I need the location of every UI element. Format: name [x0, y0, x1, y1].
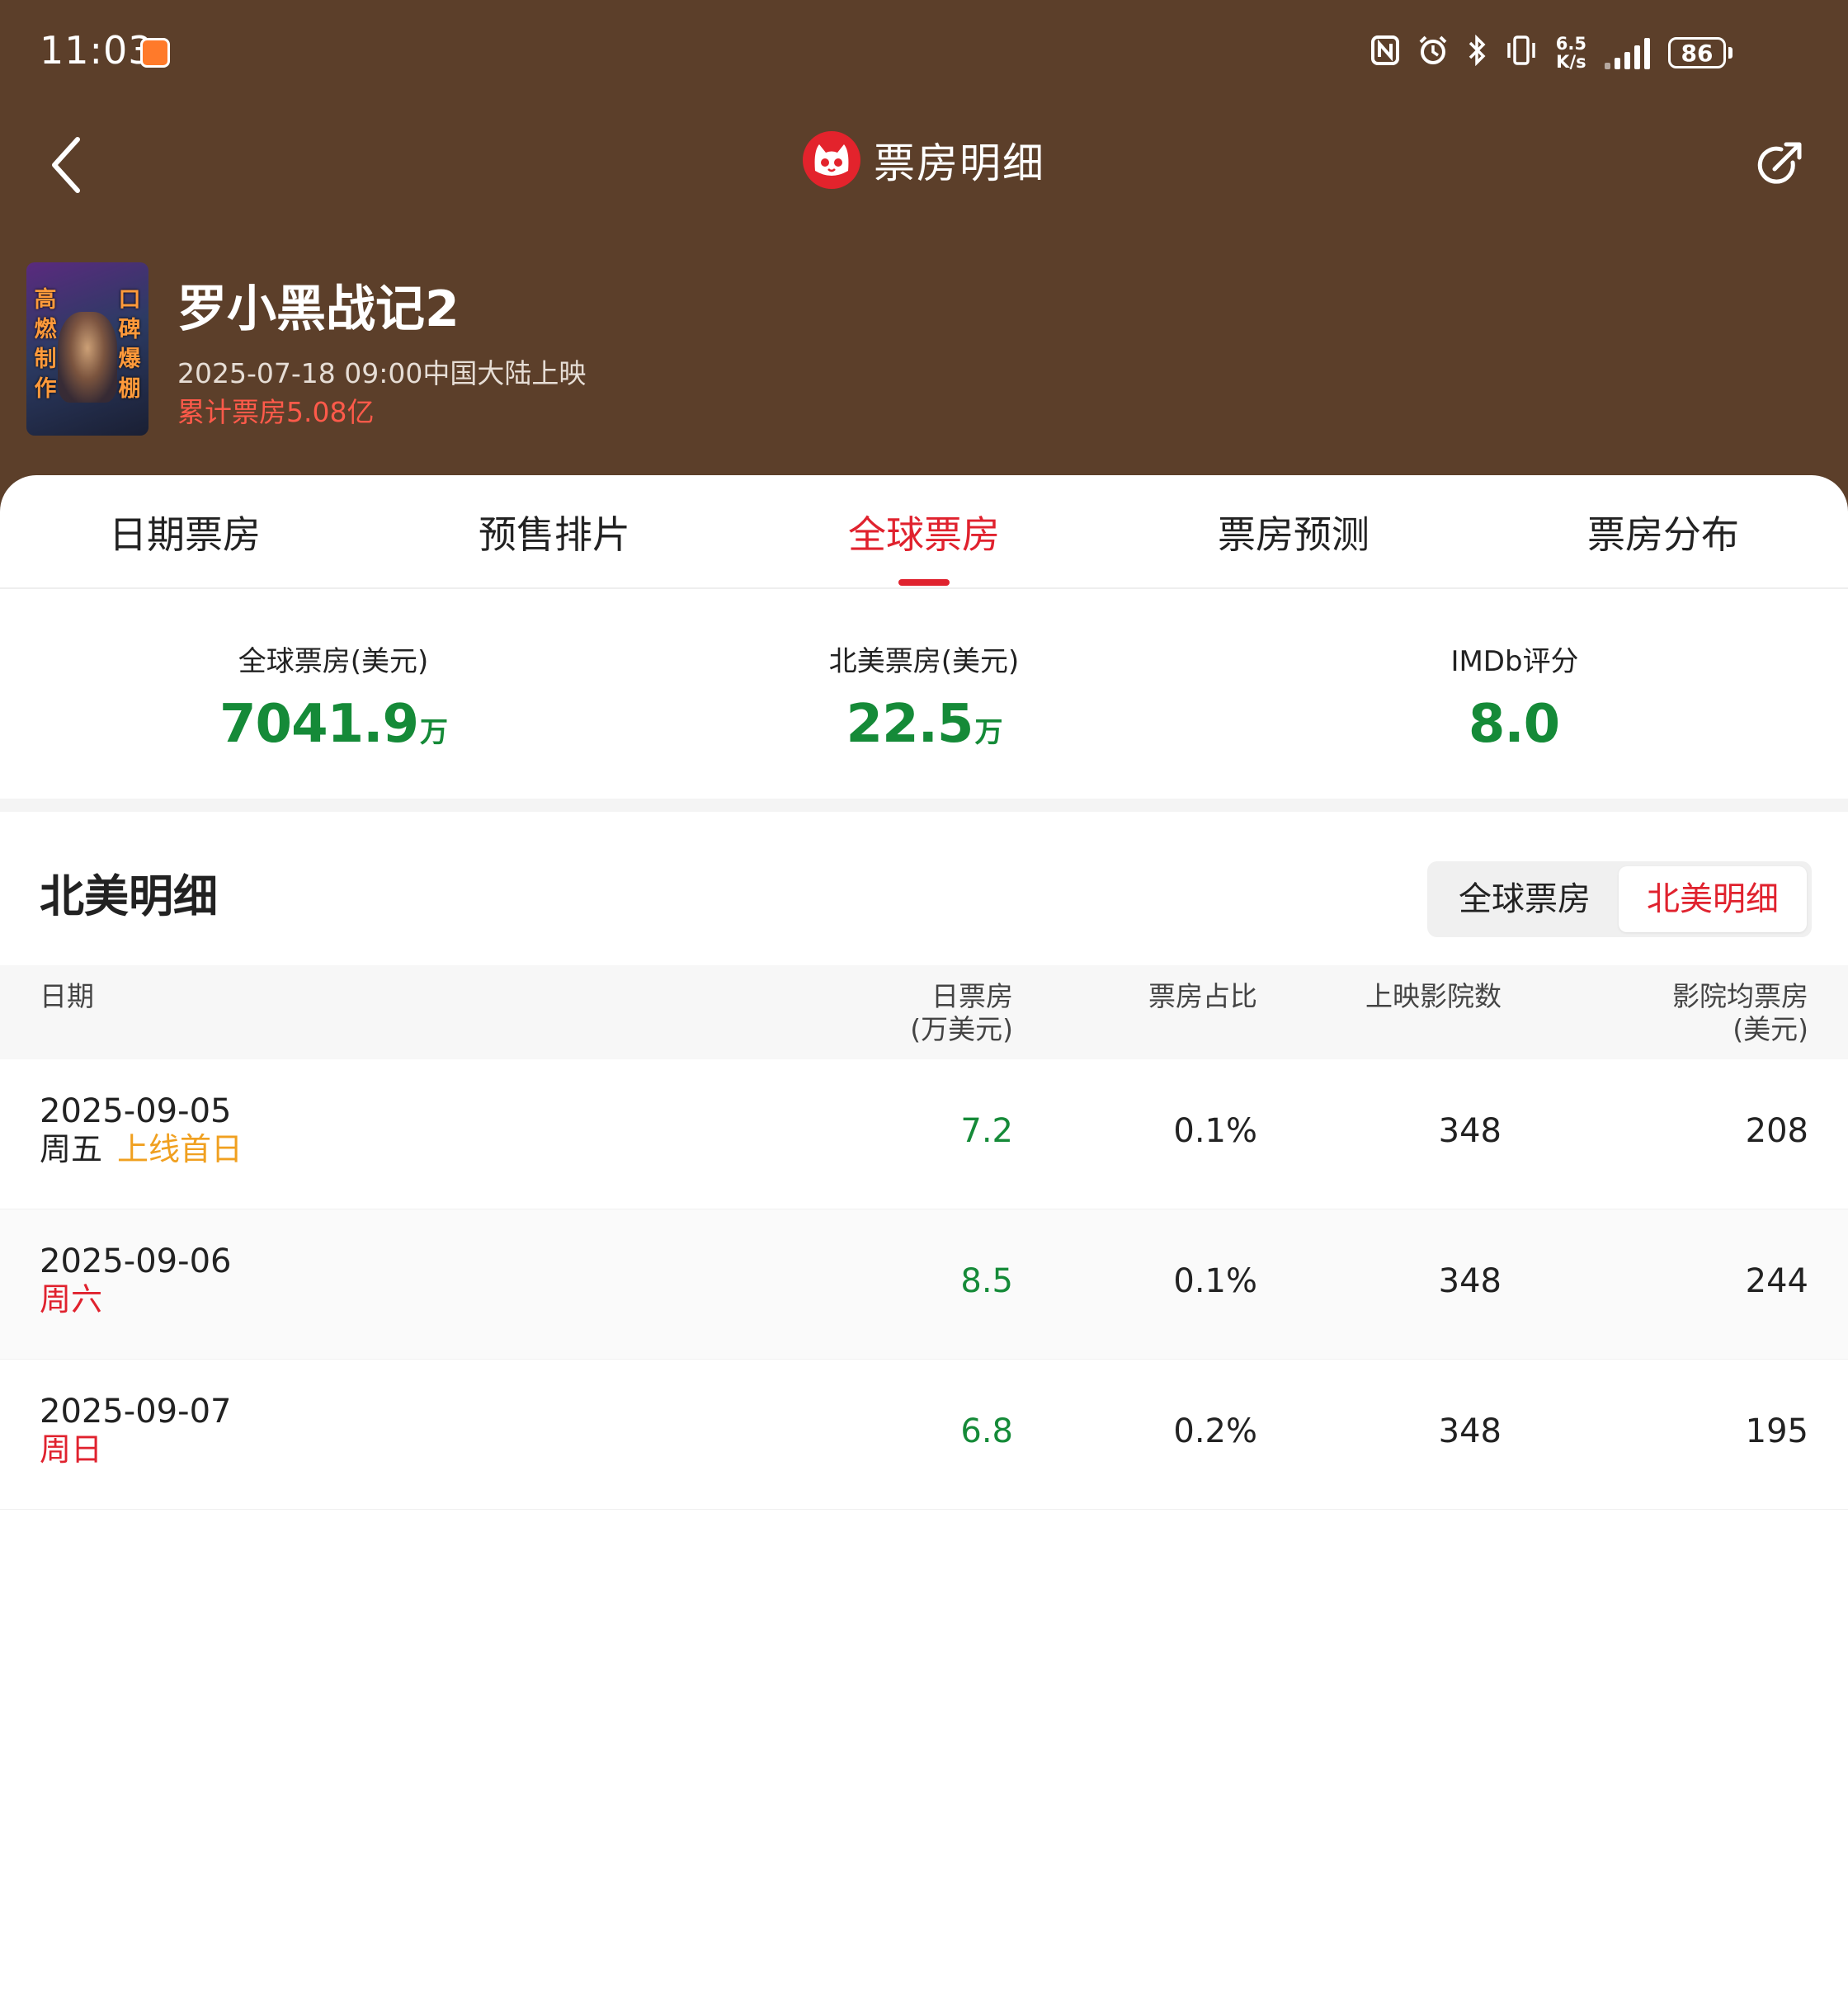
battery-level: 86	[1668, 37, 1726, 68]
app-notification-icon	[140, 38, 170, 68]
status-bar: 11:03 6.5 K/s 86	[0, 0, 1848, 107]
row-date: 2025-09-06 周六	[40, 1242, 232, 1318]
poster-artwork	[58, 312, 117, 403]
share-button[interactable]	[1746, 132, 1812, 198]
table-row: 2025-09-07 周日 6.8 0.2% 348 195	[0, 1360, 1848, 1510]
tab-bar: 日期票房 预售排片 全球票房 票房预测 票房分布	[0, 475, 1848, 589]
stat-label: IMDb评分	[1450, 645, 1579, 678]
row-daily: 7.2	[960, 1112, 1013, 1150]
movie-title: 罗小黑战记2	[177, 280, 460, 338]
stat-global: 全球票房(美元) 7041.9万	[127, 639, 540, 755]
poster-tag-left: 高燃制作	[34, 287, 57, 402]
stat-label: 北美票房(美元)	[828, 645, 1020, 678]
row-weekday: 周五	[40, 1131, 103, 1167]
row-cinemas: 348	[1438, 1412, 1502, 1450]
section-divider	[0, 799, 1848, 812]
signal-icon	[1605, 36, 1650, 69]
stat-north-america: 北美票房(美元) 22.5万	[718, 639, 1130, 755]
table-row: 2025-09-06 周六 8.5 0.1% 348 244	[0, 1209, 1848, 1360]
nfc-icon	[1370, 35, 1399, 70]
stat-value: 8.0	[1468, 694, 1560, 755]
row-share: 0.2%	[1173, 1412, 1257, 1450]
row-share: 0.1%	[1173, 1112, 1257, 1150]
row-avg: 195	[1745, 1412, 1808, 1450]
header-date: 日期	[40, 980, 94, 1012]
content-card: 日期票房 预售排片 全球票房 票房预测 票房分布 全球票房(美元) 7041.9…	[0, 475, 1848, 2013]
alarm-icon	[1417, 35, 1449, 71]
toggle-north-america[interactable]: 北美明细	[1619, 866, 1807, 932]
page-title: 票房明细	[874, 139, 1045, 187]
vibrate-icon	[1505, 35, 1538, 71]
nav-title-group: 票房明细	[0, 130, 1848, 190]
header-cinemas: 上映影院数	[1365, 980, 1502, 1012]
row-avg: 244	[1745, 1262, 1808, 1300]
movie-info: 高燃制作 口碑爆棚 罗小黑战记2 2025-07-18 09:00中国大陆上映 …	[26, 262, 1825, 436]
header-avg: 影院均票房 (美元)	[1672, 980, 1808, 1045]
table-header: 日期 日票房 (万美元) 票房占比 上映影院数 影院均票房 (美元)	[0, 965, 1848, 1059]
row-date: 2025-09-07 周日	[40, 1393, 232, 1468]
header-share: 票房占比	[1148, 980, 1257, 1012]
row-daily: 8.5	[960, 1262, 1013, 1300]
header: 11:03 6.5 K/s 86 票房明细 高燃制作 口碑爆棚 罗小黑战记2 2…	[0, 0, 1848, 528]
row-weekday: 周日	[40, 1431, 103, 1468]
share-icon	[1757, 142, 1802, 184]
stat-label: 全球票房(美元)	[238, 645, 429, 678]
bluetooth-icon	[1467, 34, 1487, 71]
region-toggle: 全球票房 北美明细	[1427, 861, 1812, 937]
tab-forecast[interactable]: 票房预测	[1109, 505, 1478, 559]
row-cinemas: 348	[1438, 1112, 1502, 1150]
tab-presale[interactable]: 预售排片	[370, 505, 739, 559]
status-icons: 6.5 K/s 86	[1370, 30, 1732, 76]
net-speed: 6.5 K/s	[1555, 34, 1586, 72]
row-avg: 208	[1745, 1112, 1808, 1150]
cat-logo-icon	[803, 131, 860, 189]
movie-poster[interactable]: 高燃制作 口碑爆棚	[26, 262, 148, 436]
header-daily: 日票房 (万美元)	[910, 980, 1013, 1045]
status-time: 11:03	[40, 28, 153, 73]
row-weekday: 周六	[40, 1281, 103, 1318]
tab-date-box-office[interactable]: 日期票房	[0, 505, 370, 559]
row-share: 0.1%	[1173, 1262, 1257, 1300]
stat-value: 22.5万	[846, 694, 1003, 755]
tab-distribution[interactable]: 票房分布	[1478, 505, 1848, 559]
nav-bar: 票房明细	[0, 116, 1848, 206]
stat-imdb: IMDb评分 8.0	[1308, 639, 1721, 755]
active-tab-indicator	[898, 579, 950, 586]
movie-total-box-office: 累计票房5.08亿	[177, 396, 375, 428]
battery-icon: 86	[1668, 37, 1732, 68]
first-day-tag: 上线首日	[117, 1131, 243, 1167]
movie-release-date: 2025-07-18 09:00中国大陆上映	[177, 357, 587, 389]
stat-value: 7041.9万	[219, 694, 448, 755]
row-cinemas: 348	[1438, 1262, 1502, 1300]
section-title: 北美明细	[40, 870, 218, 922]
table-row: 2025-09-05 周五 上线首日 7.2 0.1% 348 208	[0, 1059, 1848, 1209]
poster-tag-right: 口碑爆棚	[118, 287, 141, 402]
toggle-global[interactable]: 全球票房	[1432, 866, 1617, 932]
row-date: 2025-09-05 周五 上线首日	[40, 1092, 243, 1167]
row-daily: 6.8	[960, 1412, 1013, 1450]
tab-global-box-office[interactable]: 全球票房	[739, 505, 1109, 559]
